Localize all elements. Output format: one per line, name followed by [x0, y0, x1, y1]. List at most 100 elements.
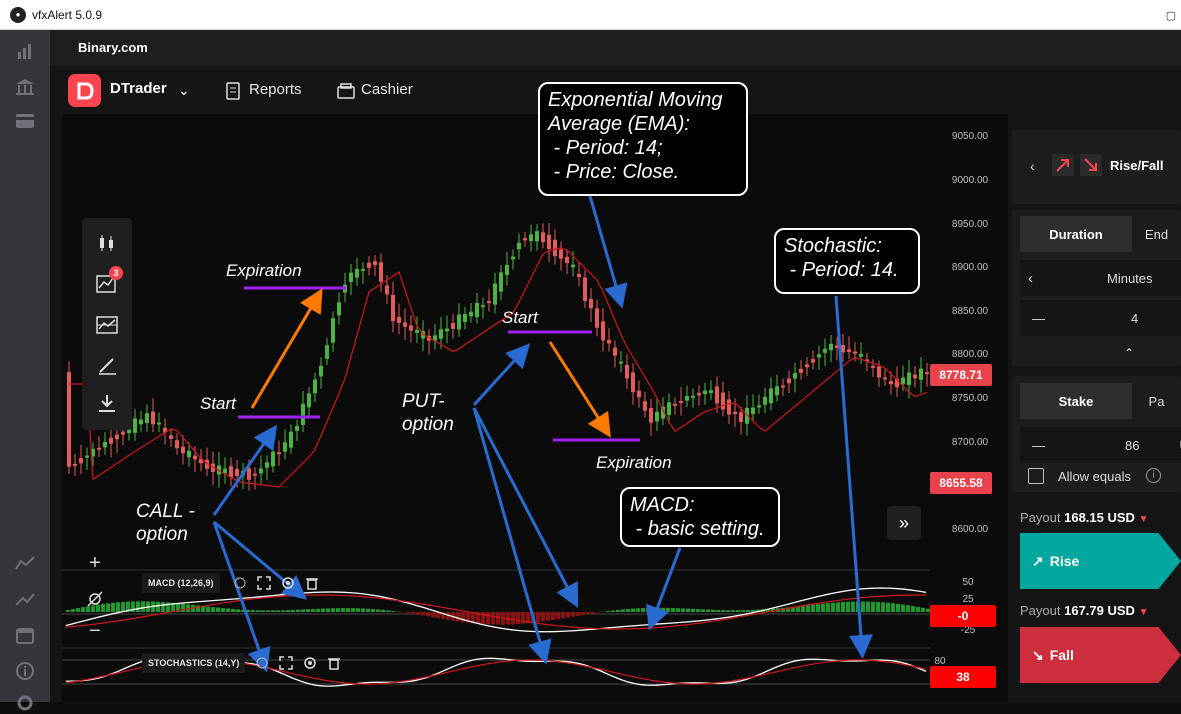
call-option-label: CALL - option [136, 500, 195, 546]
candle [541, 232, 545, 242]
macd-histogram-bar [386, 610, 390, 612]
price-axis-tick: 9050.00 [940, 131, 1000, 142]
info-icon[interactable] [232, 575, 248, 591]
duration-unit-select[interactable]: ‹ Minutes [1020, 260, 1181, 296]
settings-gear-icon[interactable] [302, 655, 318, 671]
candle [505, 265, 509, 275]
pencil-icon[interactable] [94, 352, 120, 378]
templates-icon[interactable] [94, 312, 120, 338]
candle [553, 240, 557, 256]
candle [883, 377, 887, 379]
download-icon[interactable] [94, 390, 120, 416]
candle [559, 249, 563, 258]
chevron-left-icon[interactable]: ‹ [1030, 158, 1035, 174]
zoom-out-button[interactable]: − [80, 618, 110, 644]
stochastics-label[interactable]: STOCHASTICS (14,Y) [142, 653, 245, 673]
candle [247, 468, 251, 480]
candle [79, 458, 83, 463]
candle [595, 308, 599, 327]
allow-equals-checkbox[interactable] [1028, 468, 1044, 484]
macd-histogram-bar [691, 609, 695, 612]
macd-histogram-bar [746, 610, 750, 612]
duration-tab[interactable]: Duration [1020, 216, 1132, 252]
candle [121, 432, 125, 435]
minus-icon[interactable]: — [1032, 438, 1045, 453]
macd-histogram [66, 601, 930, 624]
macd-histogram-bar [806, 605, 810, 612]
macd-histogram-bar [871, 602, 875, 612]
macd-histogram-bar [161, 602, 165, 612]
candle [373, 261, 377, 265]
duration-value-stepper[interactable]: — 4 [1020, 300, 1181, 336]
candle [469, 312, 473, 317]
macd-histogram-bar [181, 604, 185, 612]
trash-icon[interactable] [304, 575, 320, 591]
candle [691, 396, 695, 398]
candle [499, 272, 503, 291]
stake-tab[interactable]: Stake [1020, 383, 1132, 419]
macd-histogram-bar [846, 602, 850, 612]
rise-button[interactable]: ↗ Rise [1020, 533, 1181, 589]
contract-type-box[interactable]: ‹ Rise/Fall [1012, 130, 1181, 204]
chevron-up-icon[interactable]: ⌃ [1124, 346, 1134, 360]
expand-icon[interactable] [278, 655, 294, 671]
macd-histogram-bar [826, 603, 830, 612]
candle [871, 366, 875, 368]
macd-histogram-bar [116, 602, 120, 612]
candle [103, 442, 107, 447]
macd-histogram-bar [706, 610, 710, 612]
macd-annotation: MACD: - basic setting. [620, 487, 780, 547]
indicators-icon[interactable]: 3 [94, 270, 120, 296]
expand-icon[interactable] [256, 575, 272, 591]
price-axis-tick: 8900.00 [940, 262, 1000, 273]
macd-label[interactable]: MACD (12,26,9) [142, 573, 220, 593]
candlestick-icon[interactable] [94, 230, 120, 256]
candle [655, 412, 659, 422]
trash-icon[interactable] [326, 655, 342, 671]
call-start-label: Start [200, 392, 236, 415]
chevron-left-icon[interactable]: ‹ [1028, 270, 1033, 287]
put-start-label: Start [502, 306, 538, 329]
macd-histogram-bar [606, 611, 610, 612]
candle [415, 330, 419, 333]
macd-histogram-bar [581, 612, 585, 615]
candle [385, 285, 389, 294]
candle [331, 318, 335, 342]
candle [643, 401, 647, 411]
payout-tab[interactable]: Pa [1132, 383, 1181, 419]
duration-box: Duration End ‹ Minutes — 4 ⌃ [1012, 210, 1181, 366]
candle [361, 269, 365, 271]
macd-histogram-bar [316, 609, 320, 612]
macd-histogram-bar [701, 609, 705, 612]
macd-histogram-bar [591, 612, 595, 613]
zoom-in-button[interactable]: + [80, 550, 110, 576]
info-icon[interactable] [254, 655, 270, 671]
call-orange-arrow [252, 296, 318, 408]
candle [253, 474, 257, 476]
info-icon[interactable]: i [1146, 468, 1161, 483]
macd-histogram-bar [336, 608, 340, 612]
stochastic-value-tag: 38 [930, 666, 996, 688]
settings-gear-icon[interactable] [280, 575, 296, 591]
double-chevron-right-icon[interactable]: » [887, 506, 921, 540]
candle [829, 344, 833, 350]
macd-histogram-bar [536, 612, 540, 622]
candle [787, 378, 791, 383]
candle [775, 386, 779, 395]
macd-histogram-bar [711, 610, 715, 612]
candle [853, 352, 857, 354]
end-tab[interactable]: End [1132, 216, 1181, 252]
minus-icon[interactable]: — [1032, 311, 1045, 326]
crosshair-toggle-icon[interactable] [80, 586, 110, 612]
macd-histogram-bar [621, 609, 625, 612]
macd-histogram-bar [211, 607, 215, 612]
candle [919, 369, 923, 380]
macd-histogram-bar [301, 609, 305, 612]
fall-button[interactable]: ↘ Fall [1020, 627, 1181, 683]
candle [625, 365, 629, 379]
macd-scale-25: 25 [938, 594, 998, 605]
macd-histogram-bar [71, 609, 75, 612]
candle [475, 303, 479, 317]
candle [589, 299, 593, 308]
stake-input[interactable]: — 86 U [1020, 427, 1181, 463]
